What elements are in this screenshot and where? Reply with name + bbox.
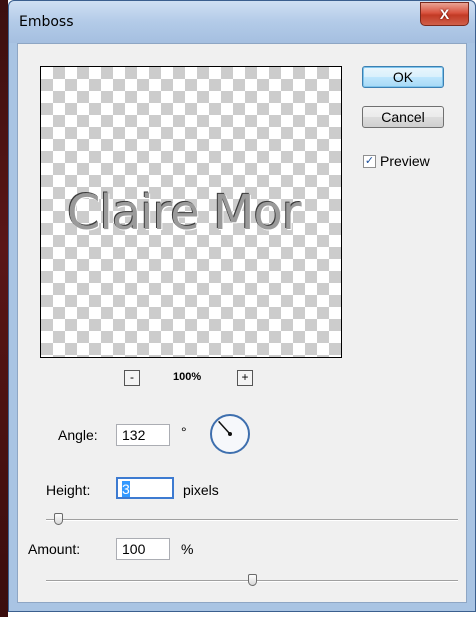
amount-label: Amount: xyxy=(28,541,81,557)
angle-dial[interactable] xyxy=(210,414,250,454)
height-input[interactable]: 3 xyxy=(116,477,174,499)
height-slider-track[interactable] xyxy=(46,519,458,521)
height-value: 3 xyxy=(122,481,130,497)
window-title: Emboss xyxy=(19,14,74,30)
ok-button[interactable]: OK xyxy=(362,66,444,88)
zoom-level: 100% xyxy=(173,371,202,383)
preview-label: Preview xyxy=(380,153,430,169)
preview-canvas[interactable]: Claire Mor xyxy=(40,66,342,358)
preview-sample-text: Claire Mor xyxy=(67,185,302,241)
height-unit: pixels xyxy=(183,482,219,498)
angle-dial-icon xyxy=(218,420,232,436)
close-button[interactable]: X xyxy=(420,2,469,26)
dialog-body: Claire Mor - 100% + OK Cancel ✓ Preview … xyxy=(17,43,467,603)
amount-input[interactable]: 100 xyxy=(116,538,170,560)
cancel-button[interactable]: Cancel xyxy=(362,106,444,128)
emboss-dialog: Emboss X Claire Mor - 100% + OK Cancel ✓… xyxy=(8,0,476,612)
amount-unit: % xyxy=(181,541,194,557)
zoom-out-button[interactable]: - xyxy=(124,370,140,386)
angle-unit: ° xyxy=(181,424,187,440)
preview-checkbox[interactable]: ✓ xyxy=(363,155,376,168)
height-label: Height: xyxy=(46,482,91,498)
close-icon: X xyxy=(439,6,450,22)
angle-input[interactable]: 132 xyxy=(116,424,170,446)
zoom-in-button[interactable]: + xyxy=(237,370,253,386)
background-edge xyxy=(0,0,8,617)
amount-slider-thumb[interactable] xyxy=(247,574,257,586)
title-bar[interactable]: Emboss X xyxy=(9,1,475,43)
height-slider-thumb[interactable] xyxy=(54,513,64,525)
angle-label: Angle: xyxy=(58,427,98,443)
